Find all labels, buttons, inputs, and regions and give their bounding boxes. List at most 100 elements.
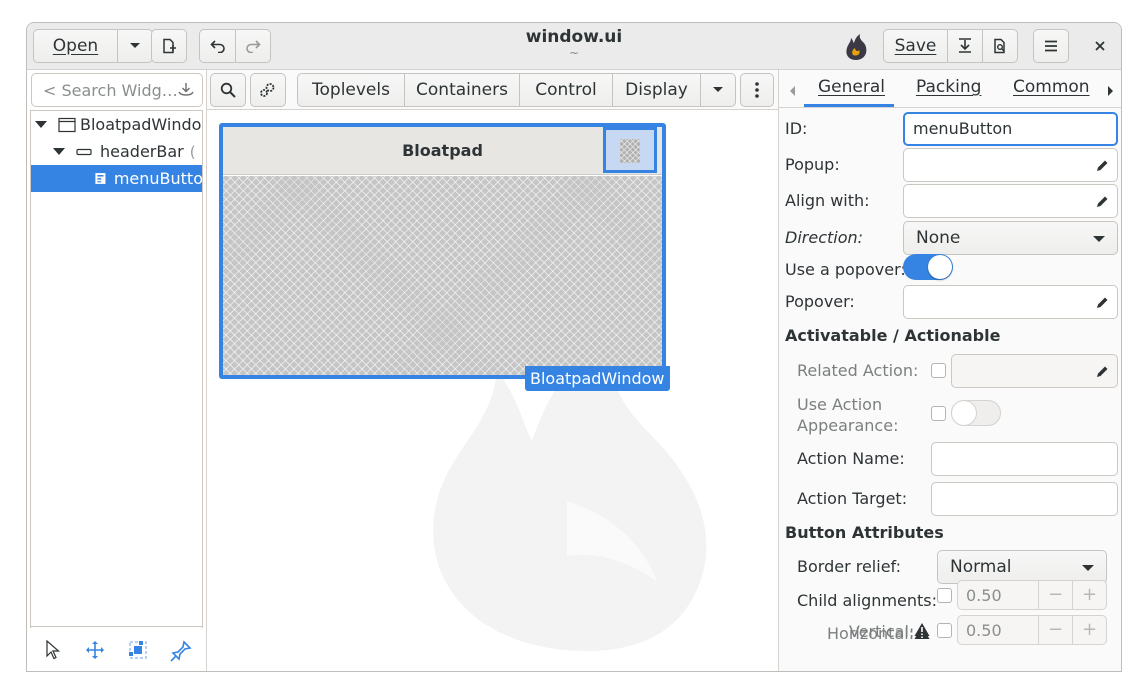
project-pane: < Search Widg… BloatpadWindo headerBar (… [27, 70, 207, 671]
preview-placeholder-body[interactable] [223, 176, 662, 375]
popup-input[interactable] [903, 148, 1118, 182]
new-file-button[interactable] [151, 29, 187, 63]
property-tabs: General Packing Common [779, 70, 1121, 108]
save-button[interactable]: Save [883, 29, 948, 63]
redo-button[interactable] [235, 29, 271, 63]
section-actionable-heading: Activatable / Actionable [785, 326, 1001, 345]
palette-tab-control[interactable]: Control [519, 73, 613, 107]
preview-button[interactable] [982, 29, 1018, 63]
palette-tab-label: Control [535, 80, 597, 100]
warning-icon [914, 622, 930, 641]
tree-overflow-indicator: ( [189, 142, 196, 161]
related-action-checkbox[interactable] [931, 363, 946, 378]
edit-pencil-icon[interactable] [1095, 194, 1109, 213]
widget-tree[interactable]: BloatpadWindo headerBar ( menuButto [30, 110, 203, 628]
use-action-appearance-switch[interactable] [951, 400, 1001, 426]
action-target-input[interactable] [931, 482, 1118, 516]
palette-search-button[interactable] [210, 73, 246, 107]
direction-value: None [916, 228, 961, 248]
search-filter-icon[interactable] [178, 82, 194, 102]
border-relief-label: Border relief: [797, 557, 901, 576]
tree-item-menubutton[interactable]: menuButto [31, 165, 202, 192]
main-menu-button[interactable] [1033, 29, 1069, 63]
action-name-input[interactable] [931, 442, 1118, 476]
use-popover-switch[interactable] [903, 254, 953, 280]
active-tab-indicator [804, 104, 894, 107]
edit-pencil-icon[interactable] [1095, 364, 1109, 383]
tree-item-label: BloatpadWindo [80, 115, 202, 134]
preview-menu-button[interactable] [603, 127, 657, 173]
horizontal-spin[interactable]: 0.50 − + [957, 580, 1107, 610]
id-input[interactable]: menuButton [903, 112, 1118, 146]
palette-overflow-button[interactable] [740, 73, 774, 107]
increment-button[interactable]: + [1072, 616, 1106, 644]
popover-input[interactable] [903, 285, 1118, 319]
horizontal-checkbox[interactable] [937, 588, 952, 603]
vertical-checkbox[interactable] [937, 623, 952, 638]
tree-item-headerbar[interactable]: headerBar ( [31, 138, 202, 165]
section-button-heading: Button Attributes [785, 523, 944, 542]
close-icon [1095, 41, 1105, 51]
widget-search-placeholder: < Search Widg… [43, 81, 178, 100]
border-relief-value: Normal [950, 557, 1012, 577]
decrement-button[interactable]: − [1038, 616, 1072, 644]
headerbar-icon [76, 148, 92, 155]
chevron-down-icon [713, 87, 723, 92]
use-action-label-line2: Appearance: [797, 416, 899, 435]
increment-button[interactable]: + [1072, 581, 1106, 609]
action-name-label: Action Name: [797, 449, 905, 468]
window-subtitle: ~ [568, 46, 580, 60]
hamburger-menu-icon [1045, 40, 1057, 52]
preview-headerbar[interactable]: Bloatpad [223, 127, 662, 175]
drag-resize-tool-icon[interactable] [85, 640, 105, 664]
vertical-value: 0.50 [966, 621, 1002, 640]
tab-scroll-left-icon[interactable] [788, 82, 796, 101]
open-recent-dropdown-button[interactable] [117, 29, 153, 63]
use-action-checkbox[interactable] [931, 406, 946, 421]
pointer-tool-icon[interactable] [45, 639, 61, 664]
align-edit-tool-icon[interactable] [170, 640, 192, 666]
decrement-button[interactable]: − [1038, 581, 1072, 609]
save-button-label: Save [894, 36, 937, 56]
switch-knob [928, 255, 952, 279]
selection-tools [27, 633, 207, 667]
design-canvas[interactable]: Bloatpad BloatpadWindow [207, 111, 778, 671]
search-icon [220, 82, 236, 98]
palette-tab-label: Toplevels [312, 80, 390, 100]
palette-more-dropdown[interactable] [700, 73, 736, 107]
edit-pencil-icon[interactable] [1095, 295, 1109, 314]
tab-general[interactable]: General [818, 77, 885, 97]
open-button[interactable]: Open [33, 29, 118, 63]
tree-item-label: headerBar [100, 142, 184, 161]
tab-packing[interactable]: Packing [916, 77, 981, 97]
expander-arrow-icon[interactable] [53, 148, 65, 155]
tree-item-bloatpadwindow[interactable]: BloatpadWindo [31, 111, 202, 138]
palette-tab-toplevels[interactable]: Toplevels [297, 73, 405, 107]
glade-window: Open window.ui ~ Save < Search Widg… Blo… [26, 22, 1122, 672]
window-icon [58, 117, 76, 132]
download-icon [959, 38, 971, 53]
undo-button[interactable] [199, 29, 236, 63]
palette-tab-display[interactable]: Display [612, 73, 701, 107]
selected-widget-label: BloatpadWindow [525, 366, 670, 391]
vertical-spin[interactable]: 0.50 − + [957, 615, 1107, 645]
save-as-button[interactable] [947, 29, 983, 63]
direction-label: Direction: [785, 228, 864, 247]
tab-scroll-right-icon[interactable] [1107, 82, 1115, 101]
redo-icon [246, 40, 261, 53]
tab-common[interactable]: Common [1013, 77, 1090, 97]
border-relief-select[interactable]: Normal [937, 550, 1107, 584]
palette-tools-button[interactable] [250, 73, 286, 107]
bloatpad-window-preview[interactable]: Bloatpad [219, 123, 666, 379]
palette-tab-containers[interactable]: Containers [404, 73, 520, 107]
edit-pencil-icon[interactable] [1095, 158, 1109, 177]
widget-search-input[interactable]: < Search Widg… [31, 73, 203, 107]
margin-edit-tool-icon[interactable] [128, 640, 148, 664]
window-close-button[interactable] [1083, 29, 1117, 63]
related-action-input[interactable] [951, 354, 1118, 388]
use-action-label-line1: Use Action [797, 395, 883, 414]
expander-arrow-icon[interactable] [35, 121, 47, 128]
palette-toolbar: Toplevels Containers Control Display [207, 70, 778, 110]
direction-select[interactable]: None [903, 221, 1118, 255]
align-with-input[interactable] [903, 184, 1118, 218]
